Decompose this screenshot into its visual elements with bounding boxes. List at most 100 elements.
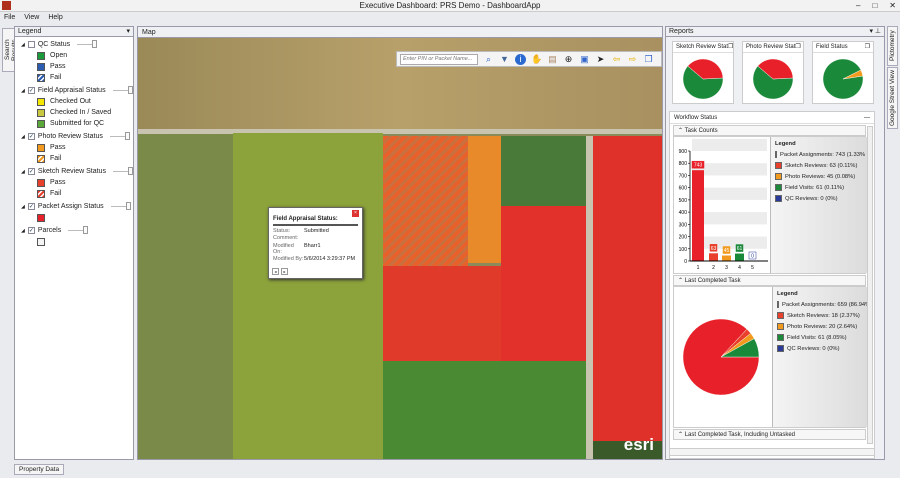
legend-swatch — [775, 195, 782, 202]
legend-swatch — [37, 62, 45, 71]
field-south — [383, 361, 586, 459]
section-last-completed-untasked[interactable]: ⌃ Last Completed Task, Including Untaske… — [673, 429, 866, 440]
measure-icon[interactable]: ▤ — [547, 54, 558, 65]
opacity-slider[interactable] — [109, 132, 130, 140]
expand-icon[interactable]: ◢ — [21, 134, 25, 140]
opacity-slider[interactable] — [112, 86, 133, 94]
popout-icon[interactable]: ❐ — [865, 42, 870, 52]
collapse-icon[interactable]: — — [864, 112, 870, 123]
search-icon[interactable]: ⌕ — [483, 54, 494, 65]
close-button[interactable]: ✕ — [889, 0, 896, 12]
layers-icon[interactable]: ❐ — [643, 54, 654, 65]
layer-label: Field Appraisal Status — [37, 87, 106, 94]
parcel-packet-assign[interactable] — [593, 136, 662, 441]
road — [586, 136, 593, 459]
legend-item: Pass — [15, 177, 133, 188]
legend-swatch — [777, 301, 779, 308]
maximize-button[interactable]: □ — [872, 0, 877, 12]
popup-value: Bharr1 — [304, 242, 321, 249]
layer-label: QC Status — [37, 41, 71, 48]
legend-item-label: Checked Out — [50, 98, 91, 105]
layer-checkbox[interactable]: ✓ — [27, 87, 35, 94]
next-button[interactable]: ▸ — [281, 268, 288, 275]
expand-icon[interactable]: ◢ — [21, 169, 25, 175]
close-icon[interactable]: × — [352, 210, 359, 217]
status-pie — [822, 58, 864, 100]
layer-checkbox[interactable]: ✓ — [27, 168, 35, 175]
select-arrow-icon[interactable]: ➤ — [595, 54, 606, 65]
legend-swatch — [37, 178, 45, 187]
legend-item: Open — [15, 50, 133, 61]
popout-icon[interactable]: ❐ — [795, 42, 800, 52]
minimize-button[interactable]: – — [856, 0, 860, 12]
map-panel[interactable]: Map ⌕ ▼ i ✋ ▤ ⊕ ▣ ➤ ⇦ ⇨ ❐ × Field Apprai… — [137, 26, 663, 460]
layer-checkbox[interactable]: ✓ — [27, 133, 35, 140]
y-tick-label: 600 — [679, 186, 688, 192]
legend-item: Checked Out — [15, 96, 133, 107]
tab-property-data[interactable]: Property Data — [14, 464, 65, 475]
popout-icon[interactable]: ❐ — [728, 42, 733, 52]
expand-icon[interactable]: ◢ — [21, 204, 25, 210]
expand-icon[interactable]: ◢ — [21, 88, 25, 94]
expand-icon[interactable]: ◢ — [21, 228, 25, 234]
bar-value-label: 0 — [751, 254, 754, 260]
menu-file[interactable]: File — [4, 12, 15, 24]
popup-key: Modified By: — [273, 256, 304, 262]
legend-entry-label: Packet Assignments: 743 (1.33% — [780, 151, 866, 158]
layer-checkbox[interactable]: ✓ — [27, 203, 35, 210]
opacity-slider[interactable] — [110, 202, 131, 210]
legend-item: Pass — [15, 61, 133, 72]
tab-pictometry[interactable]: Pictometry — [887, 26, 898, 66]
parcel-submitted[interactable] — [233, 133, 383, 459]
legend-item-label: Submitted for QC — [50, 120, 105, 127]
map-tab[interactable]: Map — [138, 27, 662, 38]
parcel-packet-assign[interactable] — [501, 206, 586, 361]
x-tick-label: 5 — [751, 265, 754, 271]
bar — [709, 253, 718, 261]
pin-icon[interactable]: ▾ ⊥ — [869, 27, 881, 36]
legend-item-label: Checked In / Saved — [50, 109, 112, 116]
legend-entry: QC Reviews: 0 (0%) — [775, 195, 863, 202]
legend-item: Fail — [15, 153, 133, 164]
pan-hand-icon[interactable]: ✋ — [531, 54, 542, 65]
section-last-completed[interactable]: ⌃ Last Completed Task — [673, 275, 866, 286]
legend-item — [15, 212, 133, 223]
filter-icon[interactable]: ▼ — [499, 54, 510, 65]
card-title: Field Status — [816, 44, 848, 50]
menu-view[interactable]: View — [24, 12, 39, 24]
layer-checkbox[interactable]: ✓ — [27, 227, 35, 234]
section-task-counts[interactable]: ⌃ Task Counts — [673, 125, 866, 136]
legend-group: ◢ ✓ Field Appraisal Status — [15, 85, 133, 96]
parcel-sketch-fail[interactable] — [383, 136, 468, 266]
x-tick-label: 2 — [712, 265, 715, 271]
vertical-scrollbar[interactable] — [867, 126, 873, 444]
menu-help[interactable]: Help — [48, 12, 62, 24]
legend-entry: Packet Assignments: 659 (86.94% — [777, 301, 870, 308]
back-arrow-icon[interactable]: ⇦ — [611, 54, 622, 65]
legend-entry: Field Visits: 61 (8.05%) — [777, 334, 863, 341]
layer-checkbox[interactable] — [27, 41, 35, 48]
zoom-extent-icon[interactable]: ▣ — [579, 54, 590, 65]
forward-arrow-icon[interactable]: ⇨ — [627, 54, 638, 65]
opacity-slider[interactable] — [112, 167, 133, 175]
parcel-photo-pass[interactable] — [468, 136, 501, 263]
opacity-slider[interactable] — [68, 226, 89, 234]
dropdown-icon[interactable]: ▾ — [126, 27, 130, 36]
legend-entry-label: Photo Reviews: 20 (2.64%) — [787, 323, 858, 330]
zoom-in-icon[interactable]: ⊕ — [563, 54, 574, 65]
expand-icon[interactable]: ◢ — [21, 42, 25, 48]
legend-entry: Packet Assignments: 743 (1.33% — [775, 151, 866, 158]
opacity-slider[interactable] — [77, 40, 98, 48]
prev-button[interactable]: ◂ — [272, 268, 279, 275]
pin-search-input[interactable] — [400, 53, 478, 65]
parcel-packet-assign[interactable] — [383, 266, 501, 361]
legend-group: ◢ QC Status — [15, 39, 133, 50]
legend-panel: Legend ▾ ◢ QC Status Open Pass Fail ◢ ✓ Field Ap… — [14, 26, 134, 460]
legend-entry-label: Field Visits: 61 (8.05%) — [787, 334, 847, 341]
tab-google-street-view[interactable]: Google Street View — [887, 67, 898, 129]
bar — [735, 253, 744, 261]
popup-key: Status: — [273, 227, 291, 234]
info-icon[interactable]: i — [515, 53, 526, 65]
legend-entry-label: QC Reviews: 0 (0%) — [785, 195, 838, 202]
horizontal-scrollbar[interactable] — [669, 448, 875, 456]
